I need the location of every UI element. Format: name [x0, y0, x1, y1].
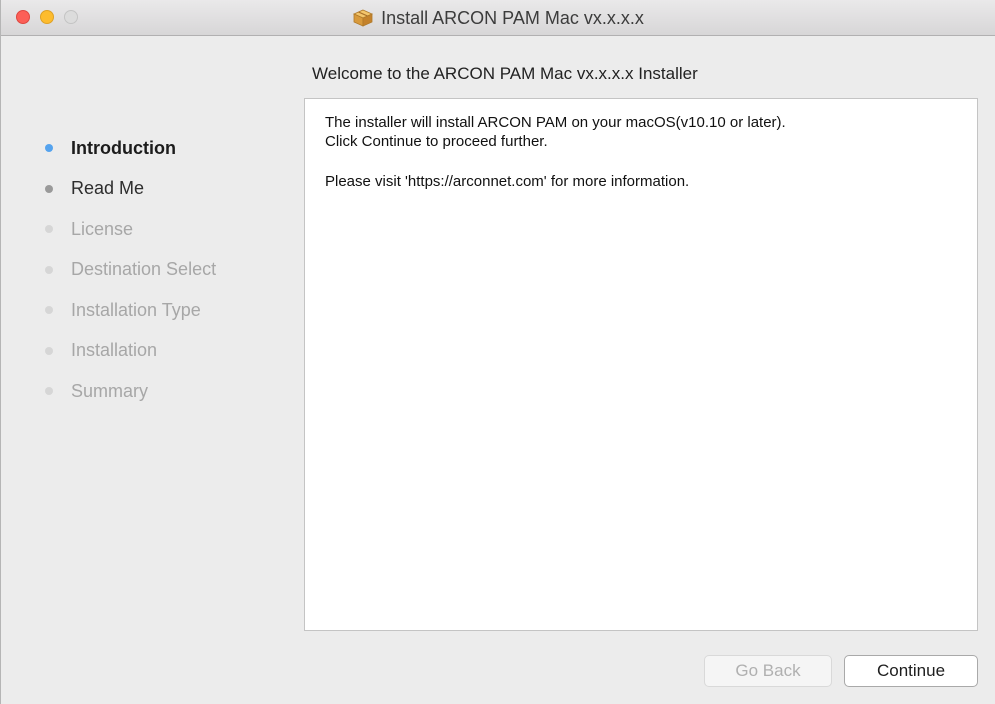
step-read-me: Read Me — [1, 169, 301, 210]
step-destination-select: Destination Select — [1, 250, 301, 291]
intro-text-line: Click Continue to proceed further. — [325, 133, 548, 150]
window-title-group: Install ARCON PAM Mac vx.x.x.x — [1, 0, 995, 36]
title-bar[interactable]: Install ARCON PAM Mac vx.x.x.x — [1, 0, 995, 36]
installer-steps-sidebar: Introduction Read Me License Destination… — [1, 128, 301, 412]
step-indicator-dot — [45, 184, 53, 193]
step-label: Installation Type — [71, 299, 201, 320]
step-label: License — [71, 218, 134, 239]
step-label: Installation — [71, 340, 158, 361]
step-label: Summary — [71, 380, 149, 401]
step-installation: Installation — [1, 331, 301, 372]
step-indicator-dot — [45, 306, 53, 315]
intro-text-line: The installer will install ARCON PAM on … — [325, 114, 786, 131]
info-link-text: Please visit 'https://arconnet.com' for … — [325, 173, 690, 190]
step-indicator-dot — [45, 144, 53, 153]
continue-button[interactable]: Continue — [844, 655, 978, 687]
step-indicator-dot — [45, 225, 53, 234]
step-label: Introduction — [71, 137, 176, 158]
introduction-text-pane[interactable]: The installer will install ARCON PAM on … — [304, 98, 978, 631]
go-back-button[interactable]: Go Back — [704, 655, 832, 687]
step-label: Destination Select — [71, 259, 217, 280]
step-indicator-dot — [45, 346, 53, 355]
step-indicator-dot — [45, 265, 53, 274]
step-indicator-dot — [45, 387, 53, 396]
installer-window: Install ARCON PAM Mac vx.x.x.x Welcome t… — [0, 0, 995, 704]
step-installation-type: Installation Type — [1, 290, 301, 331]
package-icon — [353, 9, 374, 27]
step-license: License — [1, 209, 301, 250]
step-label: Read Me — [71, 178, 145, 199]
window-title: Install ARCON PAM Mac vx.x.x.x — [381, 7, 644, 28]
step-introduction: Introduction — [1, 128, 301, 169]
step-summary: Summary — [1, 371, 301, 412]
page-heading: Welcome to the ARCON PAM Mac vx.x.x.x In… — [312, 64, 698, 83]
